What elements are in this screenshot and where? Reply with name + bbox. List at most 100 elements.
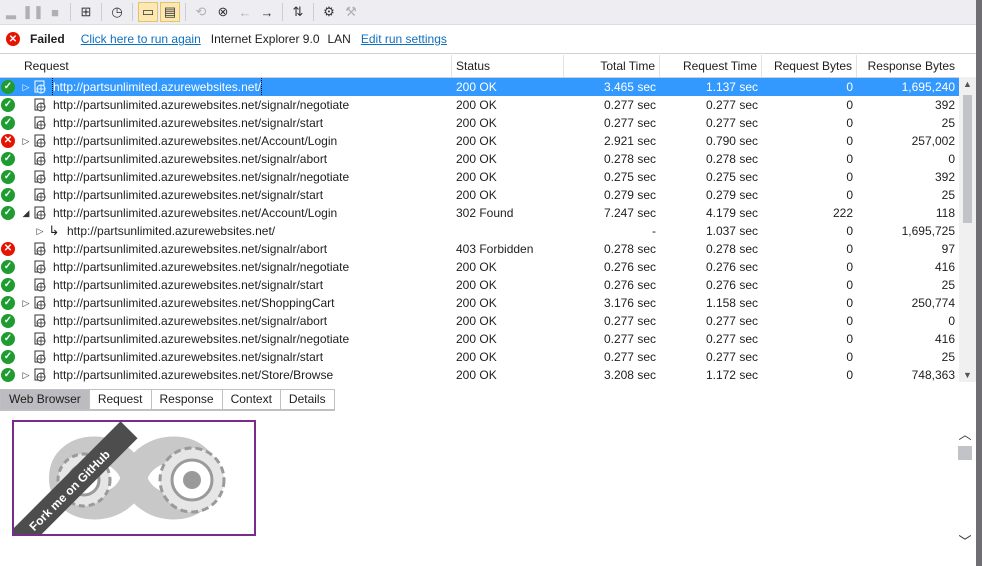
total-time-cell: 3.208 sec [603, 368, 656, 382]
table-row[interactable]: ✓ ▷ http://partsunlimited.azurewebsites.ne… [0, 78, 959, 96]
bars-icon[interactable]: ▂ [1, 2, 21, 22]
request-cell: ✓ http://partsunlimited.azurewebsites.net… [0, 330, 452, 348]
column-header-request-bytes[interactable]: Request Bytes [762, 55, 857, 77]
expand-icon[interactable]: ▷ [19, 294, 33, 312]
table-row[interactable]: ✓ http://partsunlimited.azurewebsites.net… [0, 348, 959, 366]
browser-label: Internet Explorer 9.0 [210, 32, 320, 46]
request-cell: ✕ ▷ http://partsunlimited.azurewebsites.ne… [0, 132, 452, 150]
run-again-link[interactable]: Click here to run again [81, 32, 201, 46]
window-edge [976, 0, 982, 566]
request-cell: ✕ http://partsunlimited.azurewebsites.net… [0, 240, 452, 258]
scroll-down-icon[interactable]: ▼ [959, 368, 976, 382]
panel-icon[interactable]: ▤ [160, 2, 180, 22]
column-header-request[interactable]: Request [0, 55, 452, 77]
request-time-cell: 0.278 sec [705, 242, 758, 256]
request-bytes-cell: 0 [846, 188, 853, 202]
response-bytes-cell: 0 [948, 152, 955, 166]
request-url: http://partsunlimited.azurewebsites.net/… [53, 314, 328, 328]
request-bytes-cell: 0 [846, 80, 853, 94]
table-row[interactable]: ✓ ▷ http://partsunlimited.azurewebsites.ne… [0, 366, 959, 382]
table-row[interactable]: ✕ http://partsunlimited.azurewebsites.net… [0, 240, 959, 258]
response-bytes-cell: 25 [941, 188, 955, 202]
web-page-icon [34, 314, 46, 328]
response-bytes-cell: 416 [934, 332, 955, 346]
column-header-request-time[interactable]: Request Time [660, 55, 762, 77]
expand-icon[interactable]: ▷ [19, 366, 33, 382]
tab-response[interactable]: Response [150, 389, 222, 410]
request-bytes-cell: 0 [846, 242, 853, 256]
table-row[interactable]: ✓ ▷ http://partsunlimited.azurewebsites.ne… [0, 294, 959, 312]
request-time-cell: 0.279 sec [705, 188, 758, 202]
table-row[interactable]: ✓ http://partsunlimited.azurewebsites.net… [0, 276, 959, 294]
response-bytes-cell: 416 [934, 260, 955, 274]
chevron-down-icon[interactable]: ﹀ [956, 531, 974, 550]
request-cell: ✓ http://partsunlimited.azurewebsites.net… [0, 258, 452, 276]
forward-icon[interactable]: → [257, 2, 277, 22]
status-cell: 200 OK [456, 116, 497, 130]
table-row[interactable]: ✓ http://partsunlimited.azurewebsites.net… [0, 114, 959, 132]
table-row[interactable]: ✓ http://partsunlimited.azurewebsites.net… [0, 186, 959, 204]
passed-icon: ✓ [1, 332, 15, 346]
request-time-cell: 0.277 sec [705, 98, 758, 112]
response-bytes-cell: 0 [948, 314, 955, 328]
request-time-cell: 1.158 sec [705, 296, 758, 310]
run-icon[interactable]: ⚙ [319, 2, 339, 22]
response-bytes-cell: 1,695,240 [901, 80, 955, 94]
folder-icon[interactable]: ▭ [138, 2, 158, 22]
response-bytes-cell: 392 [934, 98, 955, 112]
failed-icon: ✕ [1, 134, 15, 148]
github-ribbon[interactable]: Fork me on GitHub [14, 422, 138, 534]
find-icon[interactable]: ⟲ [191, 2, 211, 22]
clear-icon[interactable]: ⊗ [213, 2, 233, 22]
expand-icon[interactable]: ▷ [33, 222, 47, 240]
table-row[interactable]: ✓ http://partsunlimited.azurewebsites.net… [0, 312, 959, 330]
grid-scrollbar[interactable]: ▲ ▼ [959, 77, 976, 382]
grid-header: Request Status Total Time Request Time R… [0, 55, 959, 78]
stop-icon[interactable]: ■ [45, 2, 65, 22]
requests-grid: Request Status Total Time Request Time R… [0, 55, 959, 382]
passed-icon: ✓ [1, 188, 15, 202]
table-row[interactable]: ✓ http://partsunlimited.azurewebsites.net… [0, 168, 959, 186]
column-header-response-bytes[interactable]: Response Bytes [857, 55, 959, 77]
expand-icon[interactable]: ▷ [19, 78, 33, 96]
table-row[interactable]: ✓ ◢ http://partsunlimited.azurewebsites.ne… [0, 204, 959, 222]
pause-icon[interactable]: ❚❚ [22, 2, 44, 22]
response-bytes-cell: 25 [941, 278, 955, 292]
tab-web-browser[interactable]: Web Browser [0, 389, 89, 410]
tab-details[interactable]: Details [279, 389, 335, 410]
tab-request[interactable]: Request [88, 389, 151, 410]
table-row[interactable]: ✕ ▷ http://partsunlimited.azurewebsites.ne… [0, 132, 959, 150]
collapse-icon[interactable]: ◢ [19, 204, 33, 222]
web-page-icon [34, 332, 46, 346]
timer-icon[interactable]: ◷ [107, 2, 127, 22]
edit-run-settings-link[interactable]: Edit run settings [361, 32, 447, 46]
network-icon[interactable]: ⇅ [288, 2, 308, 22]
request-cell: ✓ ▷ http://partsunlimited.azurewebsites.ne… [0, 366, 452, 382]
scroll-up-icon[interactable]: ▲ [959, 77, 976, 91]
table-row[interactable]: ✓ http://partsunlimited.azurewebsites.net… [0, 330, 959, 348]
table-row[interactable]: ✓ http://partsunlimited.azurewebsites.net… [0, 150, 959, 168]
request-url: http://partsunlimited.azurewebsites.net/… [53, 134, 338, 148]
total-time-cell: 0.277 sec [603, 116, 656, 130]
column-header-status[interactable]: Status [452, 55, 564, 77]
panel-scrollbar-thumb[interactable] [958, 446, 972, 460]
scrollbar-thumb[interactable] [963, 95, 972, 223]
panel-scrollbar[interactable]: ︿ ﹀ [956, 424, 974, 566]
table-row[interactable]: ✓ http://partsunlimited.azurewebsites.net… [0, 96, 959, 114]
web-page-icon [34, 170, 46, 184]
column-header-total-time[interactable]: Total Time [564, 55, 660, 77]
total-time-cell: 0.277 sec [603, 314, 656, 328]
tab-context[interactable]: Context [221, 389, 280, 410]
request-cell: ✓ http://partsunlimited.azurewebsites.net… [0, 348, 452, 366]
request-time-cell: 1.137 sec [705, 80, 758, 94]
expand-icon[interactable]: ▷ [19, 132, 33, 150]
back-icon[interactable]: ← [235, 2, 255, 22]
chevron-up-icon[interactable]: ︿ [956, 424, 974, 443]
table-row[interactable]: ✓ http://partsunlimited.azurewebsites.net… [0, 258, 959, 276]
status-cell: 200 OK [456, 296, 497, 310]
table-row[interactable]: ▷ ↳ http://partsunlimited.azurewebsites.ne… [0, 222, 959, 240]
settings-icon[interactable]: ⚒ [341, 2, 361, 22]
passed-icon: ✓ [1, 350, 15, 364]
add-request-icon[interactable]: ⊞ [76, 2, 96, 22]
status-cell: 200 OK [456, 170, 497, 184]
